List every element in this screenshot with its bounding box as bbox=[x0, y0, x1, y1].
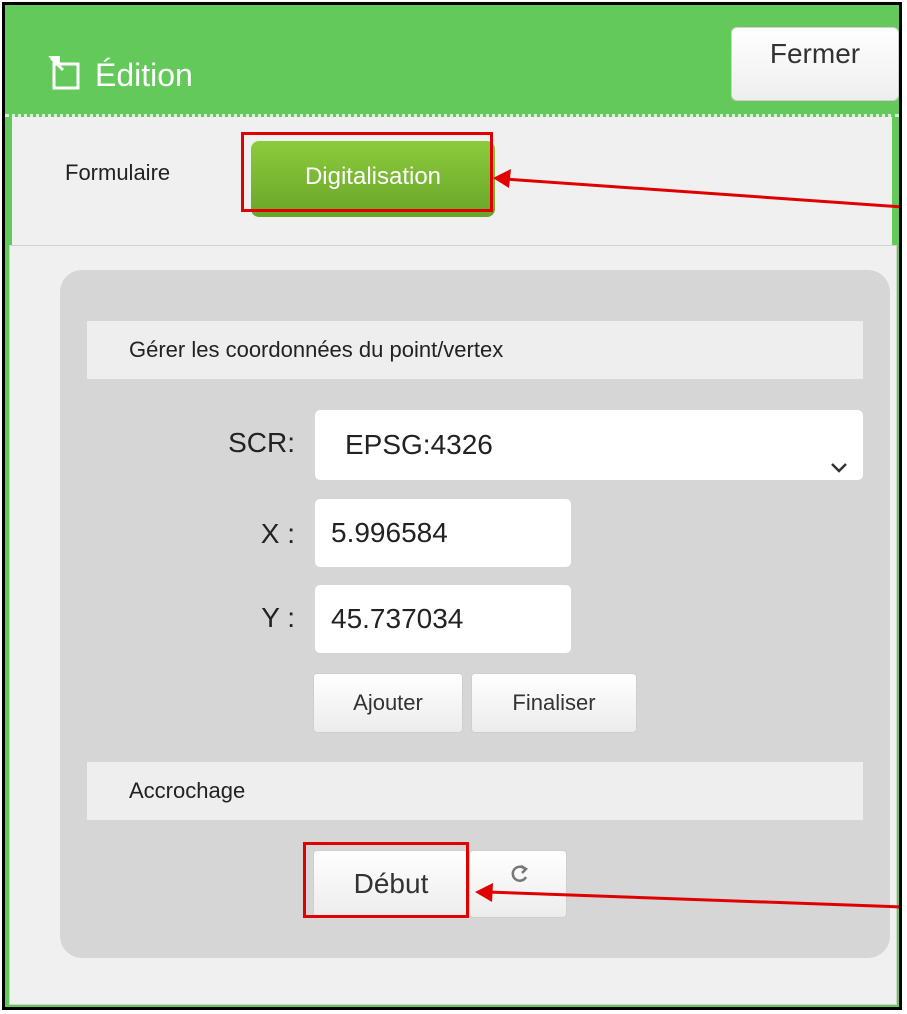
edition-panel: Édition Fermer Formulaire Digitalisation… bbox=[2, 2, 902, 1010]
annotation-arrows bbox=[475, 169, 899, 909]
